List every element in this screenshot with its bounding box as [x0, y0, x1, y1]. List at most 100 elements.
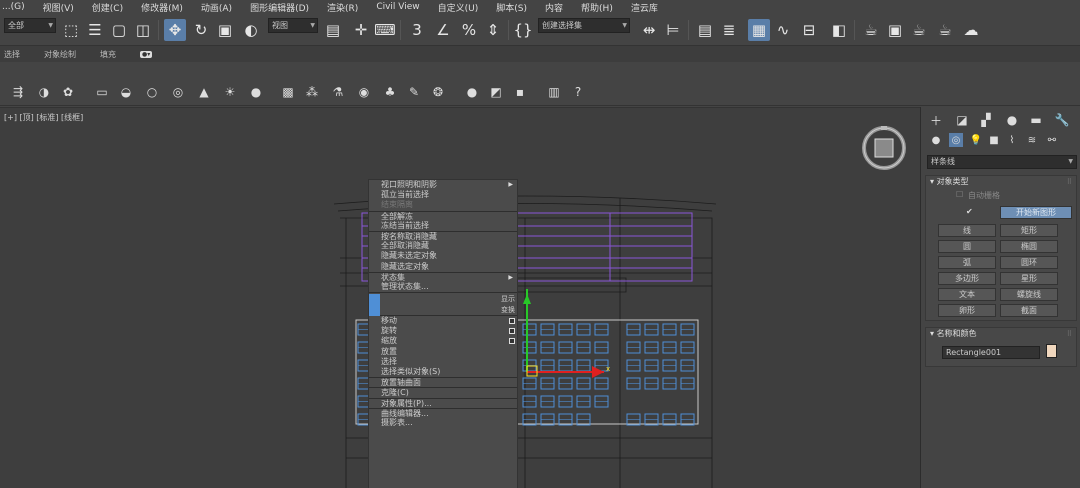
select-object-icon[interactable]: ⬚: [60, 19, 82, 41]
helpers-icon[interactable]: ⌇: [1005, 133, 1019, 147]
lights-icon[interactable]: 💡: [969, 133, 983, 147]
box-primitive-icon[interactable]: ▭: [94, 84, 110, 100]
settings-box-icon[interactable]: [509, 328, 515, 335]
context-menu-item[interactable]: 冻结当前选择: [369, 221, 517, 231]
name-color-header[interactable]: ▾ 名称和颜色 ⠿: [926, 328, 1076, 340]
menu-5[interactable]: 图形编辑器(D): [250, 1, 309, 14]
reference-coordinate-dropdown[interactable]: 视图: [268, 18, 318, 33]
rendered-frame-icon[interactable]: ▣: [884, 19, 906, 41]
auto-grid-checkbox[interactable]: ☐: [956, 190, 963, 199]
menu-7[interactable]: Civil View: [376, 2, 419, 12]
context-menu-item[interactable]: 放置轴曲面: [369, 377, 517, 387]
start-new-shape-button[interactable]: 开始新图形: [1000, 206, 1072, 219]
lab-flask-icon[interactable]: ⚗: [330, 84, 346, 100]
context-menu-item[interactable]: 隐藏选定对象: [369, 262, 517, 272]
window-crossing-icon[interactable]: ◫: [132, 19, 154, 41]
material-browser-icon[interactable]: ▪: [512, 84, 528, 100]
context-menu-item[interactable]: 克隆(C): [369, 387, 517, 397]
layer-manager-icon[interactable]: ▥: [546, 84, 562, 100]
render-iterative-icon[interactable]: ☕: [934, 19, 956, 41]
utilities-tab-icon[interactable]: 🔧: [1053, 111, 1071, 129]
menu-2[interactable]: 创建(C): [92, 1, 123, 14]
brush-icon[interactable]: ✎: [406, 84, 422, 100]
rect-selection-region-icon[interactable]: ▢: [108, 19, 130, 41]
render-setup-icon[interactable]: ☕: [860, 19, 882, 41]
ribbon-tab-object-paint[interactable]: 对象绘制: [44, 49, 76, 60]
sphere-icon[interactable]: ○: [144, 84, 160, 100]
select-by-name-icon[interactable]: ☰: [84, 19, 106, 41]
menu-9[interactable]: 脚本(S): [496, 1, 527, 14]
context-menu-item[interactable]: 曲线编辑器...: [369, 407, 517, 418]
edit-named-selection-icon[interactable]: {}: [512, 19, 534, 41]
select-and-scale-icon[interactable]: ▣: [214, 19, 236, 41]
context-menu-item[interactable]: 全部解冻: [369, 210, 517, 221]
globe-icon[interactable]: ◉: [356, 84, 372, 100]
systems-icon[interactable]: ⚯: [1045, 133, 1059, 147]
menu-1[interactable]: 视图(V): [43, 1, 74, 14]
percent-snap-icon[interactable]: %: [458, 19, 480, 41]
modify-tab-icon[interactable]: ◪: [953, 111, 971, 129]
object-color-swatch[interactable]: [1046, 344, 1057, 358]
shape-button[interactable]: 星形: [1000, 272, 1058, 285]
start-new-shape-checkbox[interactable]: ✔: [966, 207, 973, 216]
render-production-icon[interactable]: ☕: [908, 19, 930, 41]
shape-button[interactable]: 截面: [1000, 304, 1058, 317]
ribbon-tab-populate[interactable]: 填充: [100, 49, 116, 60]
space-warps-icon[interactable]: ≋: [1025, 133, 1039, 147]
context-menu-item[interactable]: 放置: [369, 347, 517, 357]
menu-4[interactable]: 动画(A): [201, 1, 232, 14]
context-menu-item[interactable]: 选择类似对象(S): [369, 367, 517, 377]
render-cloud-icon[interactable]: ☁: [960, 19, 982, 41]
selection-filter-dropdown[interactable]: 全部: [4, 18, 56, 33]
material-editor-icon[interactable]: ◧: [828, 19, 850, 41]
motion-tab-icon[interactable]: ●: [1003, 111, 1021, 129]
viewport-top[interactable]: [+] [顶] [标准] [线框] x 视口照明和阴影 ▶ 孤立当前选择 结束隔…: [0, 107, 920, 488]
shape-button[interactable]: 线: [938, 224, 996, 237]
spray-icon[interactable]: ❂: [430, 84, 446, 100]
shape-category-dropdown[interactable]: 样条线: [927, 155, 1077, 169]
context-menu-item[interactable]: 对象属性(P)...: [369, 397, 517, 408]
menu-0[interactable]: ...(G): [2, 2, 25, 12]
hierarchy-tab-icon[interactable]: ▞: [977, 111, 995, 129]
context-menu-item[interactable]: 摄影表...: [369, 418, 517, 428]
ribbon-options-icon[interactable]: ●▾: [140, 50, 153, 58]
context-menu-item[interactable]: 结束隔离: [369, 200, 517, 210]
material-assign-icon[interactable]: ◩: [488, 84, 504, 100]
shapes-icon[interactable]: ◎: [949, 133, 963, 147]
particles-icon[interactable]: ⁂: [304, 84, 320, 100]
shape-button[interactable]: 圆: [938, 240, 996, 253]
object-type-header[interactable]: ▾ 对象类型 ⠿: [926, 176, 1076, 188]
display-tab-icon[interactable]: ▬: [1027, 111, 1045, 129]
checker-icon[interactable]: ▩: [280, 84, 296, 100]
context-menu-item[interactable]: 隐藏未选定对象: [369, 251, 517, 261]
context-menu-item[interactable]: 状态集 ▶: [369, 271, 517, 282]
context-menu-item[interactable]: 旋转: [369, 326, 517, 336]
pivot-center-icon[interactable]: ▤: [322, 19, 344, 41]
keyboard-shortcut-icon[interactable]: ⌨: [374, 19, 396, 41]
schematic-view-icon[interactable]: ⊟: [798, 19, 820, 41]
scene-explorer-icon[interactable]: ▤: [694, 19, 716, 41]
context-menu-item[interactable]: 全部取消隐藏: [369, 241, 517, 251]
context-menu-item[interactable]: 孤立当前选择: [369, 190, 517, 200]
shape-button[interactable]: 多边形: [938, 272, 996, 285]
cone-icon[interactable]: ▲: [196, 84, 212, 100]
ribbon-tab-selection[interactable]: 选择: [4, 49, 20, 60]
plant-icon[interactable]: ♣: [382, 84, 398, 100]
mirror-icon[interactable]: ⇹: [638, 19, 660, 41]
shape-button[interactable]: 弧: [938, 256, 996, 269]
context-menu-item[interactable]: 管理状态集...: [369, 282, 517, 292]
shape-button[interactable]: 椭圆: [1000, 240, 1058, 253]
menu-11[interactable]: 帮助(H): [581, 1, 613, 14]
select-manipulate-icon[interactable]: ✛: [350, 19, 372, 41]
menu-8[interactable]: 自定义(U): [438, 1, 479, 14]
spinner-snap-icon[interactable]: ⇕: [482, 19, 504, 41]
shape-button[interactable]: 文本: [938, 288, 996, 301]
shape-button[interactable]: 矩形: [1000, 224, 1058, 237]
context-menu-item[interactable]: 按名称取消隐藏: [369, 230, 517, 241]
menu-6[interactable]: 渲染(R): [327, 1, 358, 14]
select-and-place-icon[interactable]: ◐: [240, 19, 262, 41]
tool-icon-3[interactable]: ✿: [60, 84, 76, 100]
settings-box-icon[interactable]: [509, 338, 515, 345]
curve-editor-icon[interactable]: ∿: [772, 19, 794, 41]
ribbon-toggle-icon[interactable]: ▦: [748, 19, 770, 41]
